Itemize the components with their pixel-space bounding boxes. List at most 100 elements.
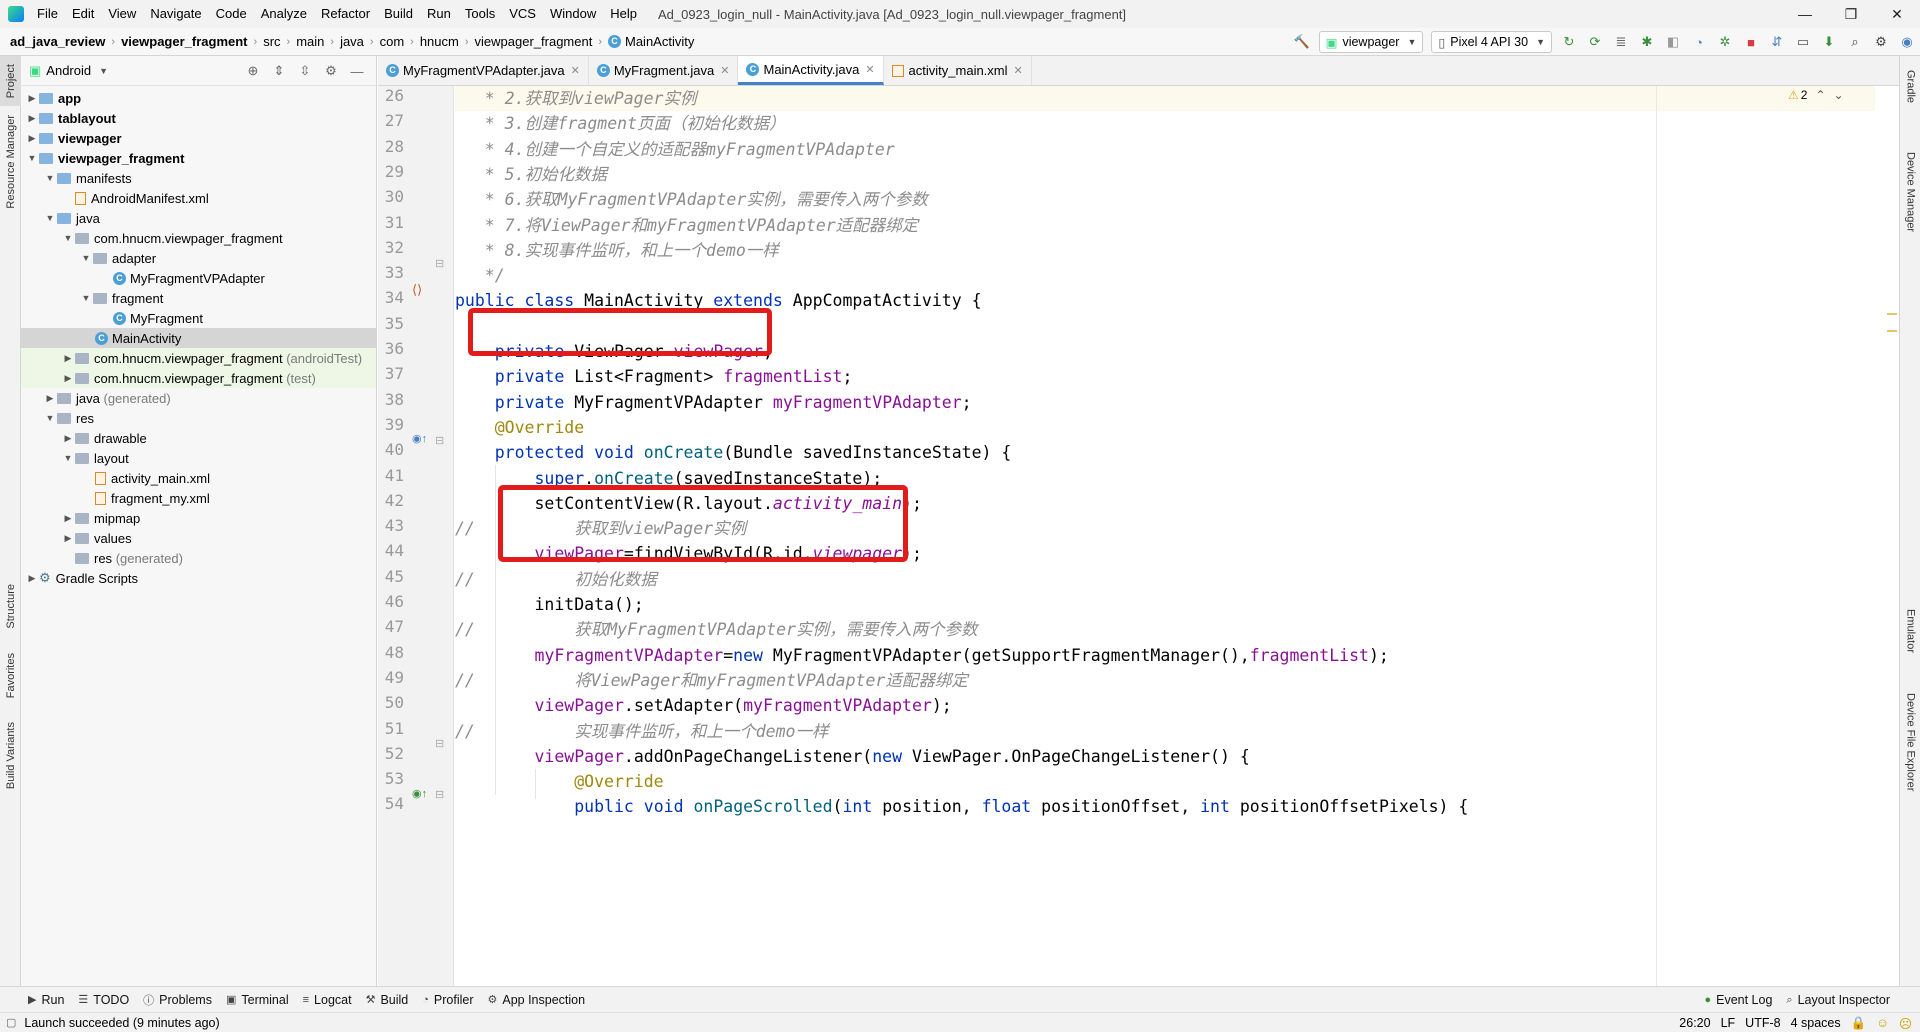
chevron-up-icon[interactable]: ⌃: [1815, 88, 1825, 102]
tree-item-viewpager-fragment[interactable]: ▼ viewpager_fragment: [21, 148, 376, 168]
terminal-tool-tab[interactable]: ▣ Terminal: [226, 993, 289, 1007]
restore-button[interactable]: ❐: [1828, 0, 1874, 28]
frown-feedback-icon[interactable]: ☹: [1899, 1016, 1912, 1031]
app-inspection-tool-tab[interactable]: ⚙ App Inspection: [488, 993, 586, 1007]
tab-activity-main-xml[interactable]: activity_main.xml ✕: [884, 56, 1032, 85]
tree-item-tablayout[interactable]: ▶ tablayout: [21, 108, 376, 128]
settings-icon[interactable]: ⚙: [1869, 30, 1893, 54]
chevron-down-icon[interactable]: ⌄: [1834, 88, 1844, 102]
menu-navigate[interactable]: Navigate: [143, 0, 208, 28]
menu-view[interactable]: View: [101, 0, 143, 28]
tree-item-drawable[interactable]: ▶ drawable: [21, 428, 376, 448]
expand-all-icon[interactable]: ⇕: [267, 59, 291, 83]
structure-tool-tab[interactable]: Structure: [0, 576, 21, 636]
tree-item-adapter[interactable]: ▼ adapter: [21, 248, 376, 268]
menu-run[interactable]: Run: [420, 0, 458, 28]
tree-item-package-test[interactable]: ▶ com.hnucm.viewpager_fragment (test): [21, 368, 376, 388]
layout-inspector-tool-tab[interactable]: ⌕ Layout Inspector: [1786, 993, 1890, 1007]
update-icon[interactable]: ◉: [1895, 30, 1919, 54]
breadcrumb-src[interactable]: src: [263, 34, 280, 49]
tree-item-package-androidtest[interactable]: ▶ com.hnucm.viewpager_fragment (androidTe…: [21, 348, 376, 368]
menu-build[interactable]: Build: [377, 0, 420, 28]
favorites-tool-tab[interactable]: Favorites: [0, 646, 21, 706]
code-area[interactable]: * 2.获取到viewPager实例 * 3.创建fragment页面（初始化数…: [455, 86, 1875, 986]
todo-tool-tab[interactable]: ☰ TODO: [78, 993, 129, 1007]
coverage-icon[interactable]: ◧: [1661, 30, 1685, 54]
menu-code[interactable]: Code: [209, 0, 254, 28]
tree-item-myfragment[interactable]: C MyFragment: [21, 308, 376, 328]
gear-icon[interactable]: ⚙: [319, 59, 343, 83]
collapse-all-icon[interactable]: ⇳: [293, 59, 317, 83]
device-select[interactable]: ▯ Pixel 4 API 30 ▼: [1431, 31, 1552, 53]
menu-refactor[interactable]: Refactor: [314, 0, 377, 28]
tab-myfragmentvpadapter[interactable]: C MyFragmentVPAdapter.java ✕: [378, 56, 589, 85]
tree-item-activity-main-xml[interactable]: activity_main.xml: [21, 468, 376, 488]
close-icon[interactable]: ✕: [1014, 64, 1023, 77]
close-icon[interactable]: ✕: [865, 63, 874, 76]
breadcrumb-com[interactable]: com: [380, 34, 405, 49]
scrollbar-warning-marker[interactable]: [1887, 330, 1897, 332]
implement-method-icon[interactable]: ◉↑: [412, 787, 427, 800]
breadcrumb-package[interactable]: viewpager_fragment: [475, 34, 593, 49]
run-configuration-select[interactable]: ▣ viewpager ▼: [1318, 31, 1424, 53]
tree-item-res-generated[interactable]: res (generated): [21, 548, 376, 568]
tree-item-java[interactable]: ▼ java: [21, 208, 376, 228]
menu-window[interactable]: Window: [543, 0, 603, 28]
apply-code-changes-icon[interactable]: ≣: [1609, 30, 1633, 54]
tree-item-res[interactable]: ▼ res: [21, 408, 376, 428]
breadcrumb-current-class[interactable]: MainActivity: [625, 34, 694, 49]
build-variants-tool-tab[interactable]: Build Variants: [0, 716, 21, 796]
event-log-tool-tab[interactable]: ● Event Log: [1704, 993, 1772, 1007]
minimize-button[interactable]: —: [1782, 0, 1828, 28]
profiler-tool-tab[interactable]: ◔ Profiler: [422, 993, 473, 1007]
make-project-hammer-icon[interactable]: 🔨: [1290, 30, 1314, 54]
tree-item-values[interactable]: ▶ values: [21, 528, 376, 548]
code-editor[interactable]: 26 27 28 29 30 31 32 33 34 35 36 37 38 3…: [378, 86, 1899, 986]
tree-item-fragment-my-xml[interactable]: fragment_my.xml: [21, 488, 376, 508]
emulator-tool-tab[interactable]: Emulator: [1900, 596, 1920, 666]
file-encoding[interactable]: UTF-8: [1745, 1016, 1780, 1030]
problems-tool-tab[interactable]: ⓘ Problems: [143, 992, 212, 1008]
tree-item-gradle-scripts[interactable]: ▶ ⚙ Gradle Scripts: [21, 568, 376, 588]
fold-icon[interactable]: ⊟: [435, 788, 444, 801]
run-tool-tab[interactable]: ▶ Run: [28, 993, 64, 1007]
close-icon[interactable]: ✕: [571, 64, 580, 77]
lock-icon[interactable]: 🔒: [1851, 1016, 1867, 1031]
hide-panel-icon[interactable]: —: [345, 59, 369, 83]
status-message[interactable]: Launch succeeded (9 minutes ago): [24, 1016, 219, 1030]
project-view-select[interactable]: ▣ Android ▼: [29, 63, 108, 79]
smiley-feedback-icon[interactable]: ☺: [1876, 1016, 1889, 1030]
tree-item-package[interactable]: ▼ com.hnucm.viewpager_fragment: [21, 228, 376, 248]
search-icon[interactable]: ⌕: [1843, 30, 1867, 54]
tree-item-fragment[interactable]: ▼ fragment: [21, 288, 376, 308]
gradle-tool-tab[interactable]: Gradle: [1900, 62, 1920, 112]
menu-tools[interactable]: Tools: [458, 0, 502, 28]
breadcrumb-hnucm[interactable]: hnucm: [420, 34, 459, 49]
line-separator[interactable]: LF: [1721, 1016, 1736, 1030]
editor-gutter[interactable]: 26 27 28 29 30 31 32 33 34 35 36 37 38 3…: [378, 86, 454, 986]
device-file-explorer-tool-tab[interactable]: Device File Explorer: [1900, 682, 1920, 802]
tree-item-viewpager[interactable]: ▶ viewpager: [21, 128, 376, 148]
breadcrumb-java[interactable]: java: [340, 34, 364, 49]
resource-manager-tool-tab[interactable]: Resource Manager: [0, 112, 21, 212]
tree-item-manifests[interactable]: ▼ manifests: [21, 168, 376, 188]
cursor-position[interactable]: 26:20: [1679, 1016, 1710, 1030]
tree-item-java-generated[interactable]: ▶ java (generated): [21, 388, 376, 408]
fold-icon[interactable]: ⊟: [435, 434, 444, 447]
device-manager-tool-tab[interactable]: Device Manager: [1900, 142, 1920, 242]
scrollbar-warning-marker[interactable]: [1887, 313, 1897, 315]
tree-item-layout[interactable]: ▼ layout: [21, 448, 376, 468]
sdk-manager-icon[interactable]: ⬇: [1817, 30, 1841, 54]
tree-item-mainactivity[interactable]: C MainActivity: [21, 328, 376, 348]
menu-analyze[interactable]: Analyze: [254, 0, 314, 28]
menu-edit[interactable]: Edit: [65, 0, 101, 28]
code-vision-icon[interactable]: ⟨⟩: [412, 282, 422, 298]
project-tool-tab[interactable]: Project: [0, 56, 21, 106]
locate-file-icon[interactable]: ⊕: [241, 59, 265, 83]
rerun-icon[interactable]: ↻: [1557, 30, 1581, 54]
menu-vcs[interactable]: VCS: [502, 0, 543, 28]
breadcrumb-main[interactable]: main: [296, 34, 324, 49]
logcat-tool-tab[interactable]: ≡ Logcat: [303, 993, 352, 1007]
build-tool-tab[interactable]: ⚒ Build: [366, 993, 409, 1007]
close-window-button[interactable]: ✕: [1874, 0, 1920, 28]
